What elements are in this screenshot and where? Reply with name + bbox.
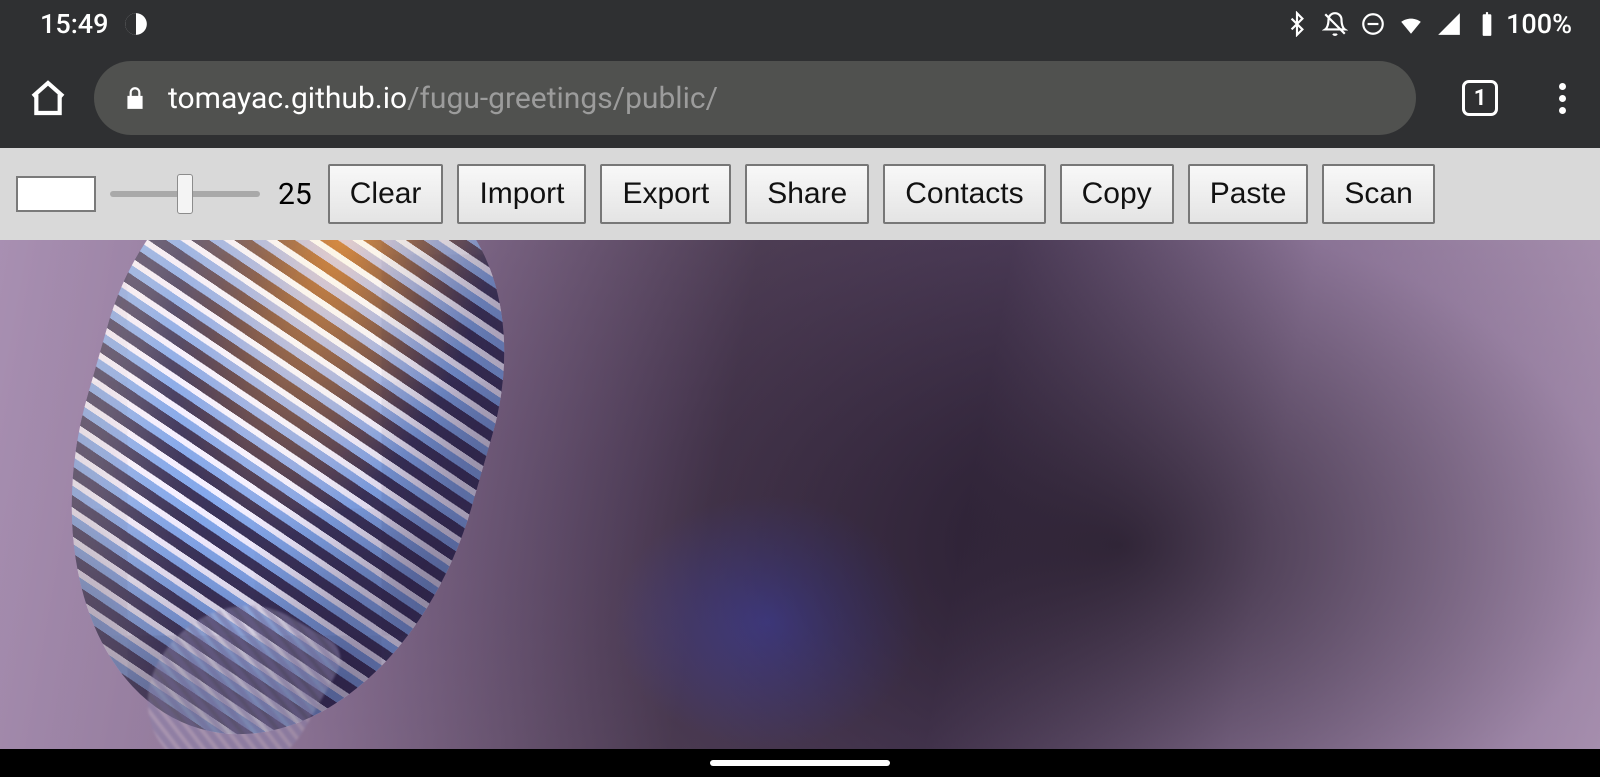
contacts-button[interactable]: Contacts xyxy=(883,164,1045,224)
share-button[interactable]: Share xyxy=(745,164,869,224)
gesture-pill[interactable] xyxy=(710,760,890,766)
android-navigation-bar xyxy=(0,749,1600,777)
brush-size-slider[interactable] xyxy=(110,176,260,212)
color-picker[interactable] xyxy=(16,176,96,212)
scan-button[interactable]: Scan xyxy=(1322,164,1434,224)
import-button[interactable]: Import xyxy=(457,164,586,224)
brush-size-value: 25 xyxy=(278,177,312,212)
lock-icon xyxy=(122,85,148,111)
wifi-icon xyxy=(1398,11,1424,37)
battery-percent-text: 100% xyxy=(1506,8,1572,40)
drawing-canvas[interactable] xyxy=(0,240,1600,749)
do-not-disturb-icon xyxy=(1360,11,1386,37)
tab-switcher-button[interactable]: 1 xyxy=(1462,80,1498,116)
cellular-signal-icon xyxy=(1436,11,1462,37)
data-saver-icon xyxy=(123,11,149,37)
status-clock: 15:49 xyxy=(40,8,109,40)
status-bar-right: 100% xyxy=(1284,8,1572,40)
paste-button[interactable]: Paste xyxy=(1188,164,1309,224)
url-text: tomayac.github.io/fugu-greetings/public/ xyxy=(168,81,718,116)
clear-button[interactable]: Clear xyxy=(328,164,444,224)
address-bar[interactable]: tomayac.github.io/fugu-greetings/public/ xyxy=(94,61,1416,135)
app-toolbar: 25 Clear Import Export Share Contacts Co… xyxy=(0,148,1600,240)
browser-menu-button[interactable] xyxy=(1544,80,1580,116)
android-status-bar: 15:49 100% xyxy=(0,0,1600,48)
url-path: /fugu-greetings/public/ xyxy=(407,81,718,116)
tab-count-value: 1 xyxy=(1474,86,1487,111)
home-button[interactable] xyxy=(28,78,68,118)
url-host: tomayac.github.io xyxy=(168,81,407,116)
bluetooth-icon xyxy=(1284,11,1310,37)
export-button[interactable]: Export xyxy=(600,164,731,224)
battery-full-icon xyxy=(1474,11,1500,37)
chrome-toolbar: tomayac.github.io/fugu-greetings/public/… xyxy=(0,48,1600,148)
copy-button[interactable]: Copy xyxy=(1060,164,1174,224)
battery-indicator: 100% xyxy=(1474,8,1572,40)
notifications-off-icon xyxy=(1322,11,1348,37)
slider-thumb[interactable] xyxy=(177,174,193,214)
status-bar-left: 15:49 xyxy=(40,8,149,40)
